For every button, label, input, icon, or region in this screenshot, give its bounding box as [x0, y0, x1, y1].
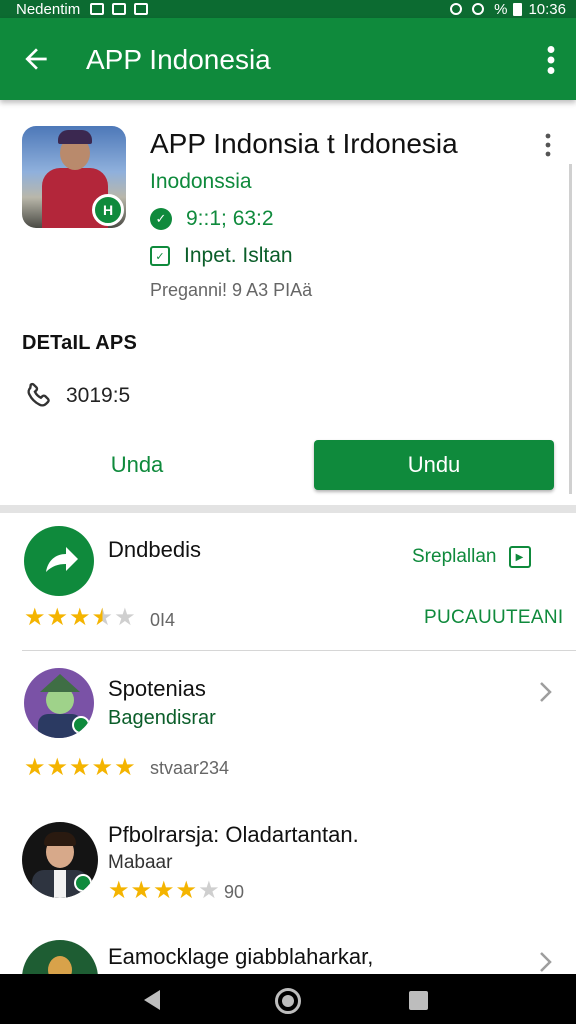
rating-stars: ★ ★ ★ ★ ★ — [24, 756, 137, 780]
list-item-link[interactable]: PUCAUUTEANI — [424, 607, 563, 629]
phone-row[interactable]: 3019:5 — [22, 380, 130, 412]
wifi-icon — [472, 3, 485, 15]
list-item-title[interactable]: Spotenias — [108, 676, 206, 702]
alarm-icon — [450, 3, 463, 15]
app-more-vert-icon[interactable] — [542, 132, 554, 158]
star-icon: ★ — [69, 754, 91, 781]
rating-count: 0I4 — [150, 610, 176, 630]
more-vert-icon[interactable] — [540, 42, 562, 78]
star-icon: ★ — [24, 604, 46, 631]
verified-check-icon: ✓ — [150, 208, 172, 230]
mail-notification-icon — [134, 3, 149, 15]
rating-count: stvaar234 — [150, 758, 230, 778]
verified-text: 9::1; 63:2 — [186, 207, 274, 230]
app-bar: APP Indonesia — [0, 18, 576, 100]
category-text: Inpet. Isltan — [184, 244, 293, 267]
star-half-icon: ★ — [91, 604, 114, 631]
back-arrow-icon[interactable] — [20, 43, 52, 75]
verified-row: ✓ 9::1; 63:2 — [150, 206, 274, 232]
nav-home-icon[interactable] — [275, 988, 301, 1014]
list-item-title[interactable]: Eamocklage giabblaharkar, — [108, 944, 373, 970]
list-item-title[interactable]: Pfbolrarsja: Oladartantan. — [108, 822, 359, 848]
star-icon: ★ — [108, 877, 130, 904]
scrollbar[interactable] — [569, 164, 572, 494]
list-divider — [22, 650, 576, 651]
rating-stars: ★ ★ ★ ★ ★ — [24, 606, 137, 630]
status-bar: Nedentim % 10:36 — [0, 0, 576, 18]
star-icon: ★ — [46, 754, 69, 781]
secondary-button[interactable]: Unda — [22, 440, 252, 490]
battery-icon — [513, 2, 523, 16]
app-meta: Preganni! 9 A3 PIAä — [150, 280, 313, 300]
star-icon: ★ — [114, 754, 136, 781]
notification-icon — [112, 3, 127, 15]
play-badge-icon — [72, 716, 90, 734]
section-divider — [0, 505, 576, 513]
list-item-avatar[interactable] — [24, 668, 94, 738]
share-arrow-icon — [46, 547, 78, 572]
star-empty-icon: ★ — [114, 604, 136, 631]
app-badge-icon: H — [92, 194, 124, 226]
chevron-right-icon[interactable] — [538, 680, 554, 704]
category-row: ✓ Inpet. Isltan — [150, 243, 293, 269]
page-title: APP Indonesia — [86, 44, 271, 75]
list-item-title[interactable]: Dndbedis — [108, 537, 201, 563]
phone-icon — [27, 382, 50, 407]
chevron-right-icon[interactable] — [538, 950, 554, 974]
list-item-action-label: Sreplallan — [412, 546, 497, 567]
star-icon: ★ — [153, 877, 175, 904]
app-icon: H — [22, 126, 126, 228]
nav-recents-icon[interactable] — [409, 991, 428, 1010]
action-box-icon: ▶ — [508, 546, 531, 568]
star-icon: ★ — [46, 604, 69, 631]
list-item-action[interactable]: Sreplallan ▶ — [412, 544, 531, 570]
list-item-avatar[interactable] — [24, 526, 94, 596]
star-empty-icon: ★ — [198, 877, 220, 904]
play-badge-icon — [74, 874, 92, 892]
star-icon: ★ — [175, 877, 198, 904]
rating-count: 90 — [224, 882, 245, 902]
star-icon: ★ — [24, 754, 46, 781]
category-icon: ✓ — [150, 246, 170, 266]
carrier-name: Nedentim — [16, 0, 81, 18]
star-icon: ★ — [69, 604, 91, 631]
details-heading: DETaIL APS — [22, 332, 137, 354]
star-icon: ★ — [91, 754, 114, 781]
primary-button[interactable]: Undu — [314, 440, 554, 490]
battery-percent: % — [494, 0, 508, 18]
list-item-avatar[interactable] — [22, 822, 98, 898]
nav-back-icon[interactable] — [144, 990, 160, 1010]
rating-stars: ★ ★ ★ ★ ★ — [108, 879, 221, 903]
app-title: APP Indonsia t Irdonesia — [150, 128, 458, 159]
app-developer-link[interactable]: Inodonssia — [150, 170, 252, 194]
phone-number: 3019:5 — [66, 384, 131, 407]
list-item-subtitle: Bagendisrar — [108, 707, 216, 729]
clock: 10:36 — [528, 0, 566, 18]
image-notification-icon — [90, 3, 105, 15]
star-icon: ★ — [130, 877, 153, 904]
list-item-subtitle: Mabaar — [108, 852, 173, 873]
